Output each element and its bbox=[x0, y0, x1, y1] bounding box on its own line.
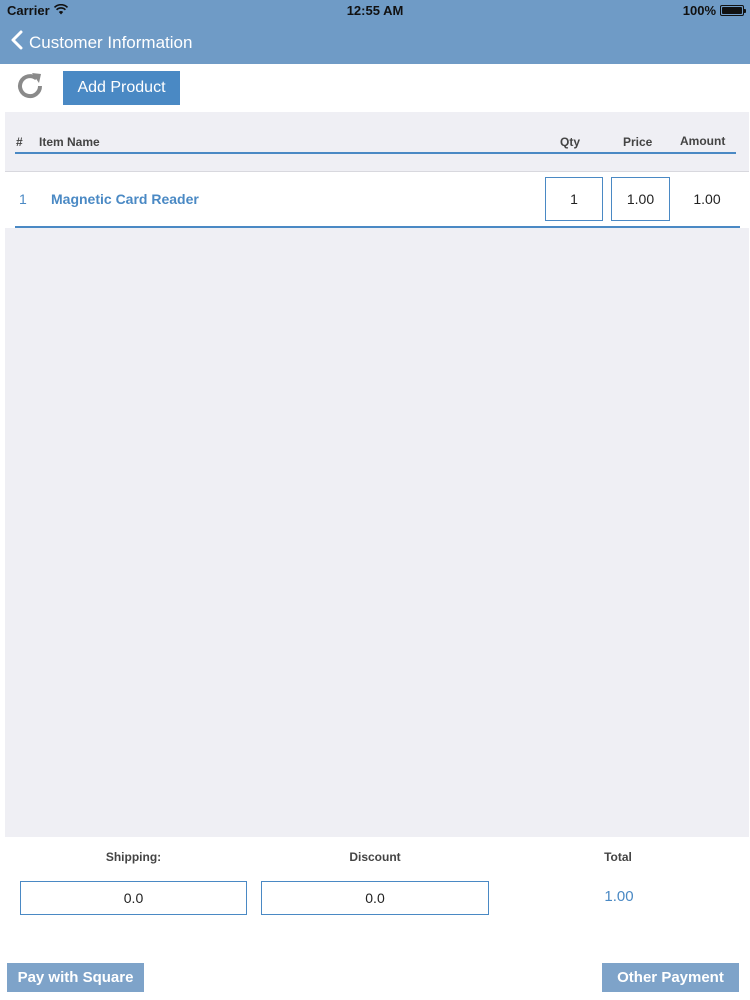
battery-icon bbox=[720, 5, 746, 16]
refresh-icon[interactable] bbox=[14, 70, 46, 102]
price-field[interactable] bbox=[611, 177, 670, 221]
nav-bar: Customer Information bbox=[0, 22, 750, 64]
column-header-amount: Amount bbox=[680, 134, 726, 148]
back-button[interactable]: Customer Information bbox=[10, 30, 192, 55]
back-button-label: Customer Information bbox=[29, 32, 193, 52]
column-header-qty: Qty bbox=[560, 135, 581, 149]
discount-field[interactable] bbox=[261, 881, 489, 915]
toolbar: Add Product bbox=[0, 64, 750, 112]
total-label: Total bbox=[604, 850, 632, 864]
row-item-name[interactable]: Magnetic Card Reader bbox=[51, 191, 199, 207]
status-time: 12:55 AM bbox=[346, 3, 404, 18]
shipping-label: Shipping: bbox=[105, 850, 162, 864]
row-amount: 1.00 bbox=[693, 191, 721, 207]
other-payment-button[interactable]: Other Payment bbox=[602, 963, 739, 992]
row-divider bbox=[15, 226, 740, 228]
status-bar: Carrier 12:55 AM 100% bbox=[0, 0, 750, 22]
battery-percent: 100% bbox=[682, 3, 716, 18]
column-header-price: Price bbox=[623, 135, 653, 149]
column-header-number: # bbox=[16, 135, 23, 149]
total-value: 1.00 bbox=[604, 888, 634, 905]
product-table: # Item Name Qty Price Amount 1 Magnetic … bbox=[5, 112, 749, 837]
totals-section: Shipping: Discount Total 1.00 bbox=[0, 837, 750, 947]
table-header: # Item Name Qty Price Amount bbox=[15, 112, 736, 154]
table-row[interactable]: 1 Magnetic Card Reader 1.00 bbox=[5, 171, 749, 228]
app-header: Carrier 12:55 AM 100% Customer Informati… bbox=[0, 0, 750, 64]
add-product-button[interactable]: Add Product bbox=[63, 71, 180, 105]
shipping-field[interactable] bbox=[20, 881, 247, 915]
qty-field[interactable] bbox=[545, 177, 603, 221]
discount-label: Discount bbox=[349, 850, 401, 864]
status-right: 100% bbox=[682, 3, 746, 18]
column-header-item-name: Item Name bbox=[39, 135, 100, 149]
chevron-left-icon bbox=[10, 30, 23, 55]
pay-with-square-button[interactable]: Pay with Square bbox=[7, 963, 144, 992]
row-number: 1 bbox=[19, 191, 27, 207]
